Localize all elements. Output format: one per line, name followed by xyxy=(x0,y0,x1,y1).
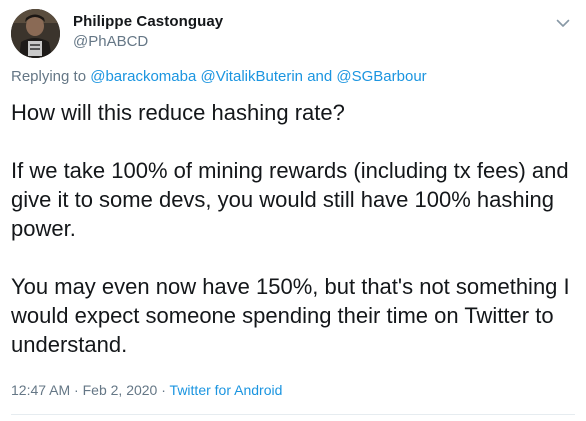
tweet-menu-button[interactable] xyxy=(554,14,572,32)
mention-link[interactable]: @VitalikButerin xyxy=(201,68,304,85)
mention-link[interactable]: @barackomaba xyxy=(90,68,196,85)
tweet-source-link[interactable]: Twitter for Android xyxy=(170,382,283,398)
avatar[interactable] xyxy=(11,9,60,58)
divider xyxy=(11,414,575,415)
chevron-down-icon xyxy=(556,19,570,27)
tweet-date[interactable]: Feb 2, 2020 xyxy=(83,382,158,398)
tweet-text: How will this reduce hashing rate? If we… xyxy=(11,98,577,359)
tweet-meta: 12:47 AM · Feb 2, 2020 · Twitter for And… xyxy=(11,382,282,398)
reply-conjunction[interactable]: and xyxy=(307,68,332,85)
tweet-paragraph: You may even now have 150%, but that's n… xyxy=(11,274,570,357)
tweet-paragraph: How will this reduce hashing rate? xyxy=(11,100,345,125)
author-info: Philippe Castonguay @PhABCD xyxy=(73,14,223,49)
meta-separator: · xyxy=(161,382,166,398)
reply-context: Replying to @barackomaba @VitalikButerin… xyxy=(11,68,427,85)
avatar-image xyxy=(11,9,60,58)
mention-link[interactable]: @SGBarbour xyxy=(336,68,426,85)
reply-prefix: Replying to xyxy=(11,68,87,85)
tweet-time[interactable]: 12:47 AM xyxy=(11,382,70,398)
tweet-paragraph: If we take 100% of mining rewards (inclu… xyxy=(11,158,569,241)
author-handle[interactable]: @PhABCD xyxy=(73,34,223,49)
tweet-card: Philippe Castonguay @PhABCD Replying to … xyxy=(0,0,586,421)
meta-separator: · xyxy=(74,382,79,398)
author-display-name[interactable]: Philippe Castonguay xyxy=(73,14,223,29)
